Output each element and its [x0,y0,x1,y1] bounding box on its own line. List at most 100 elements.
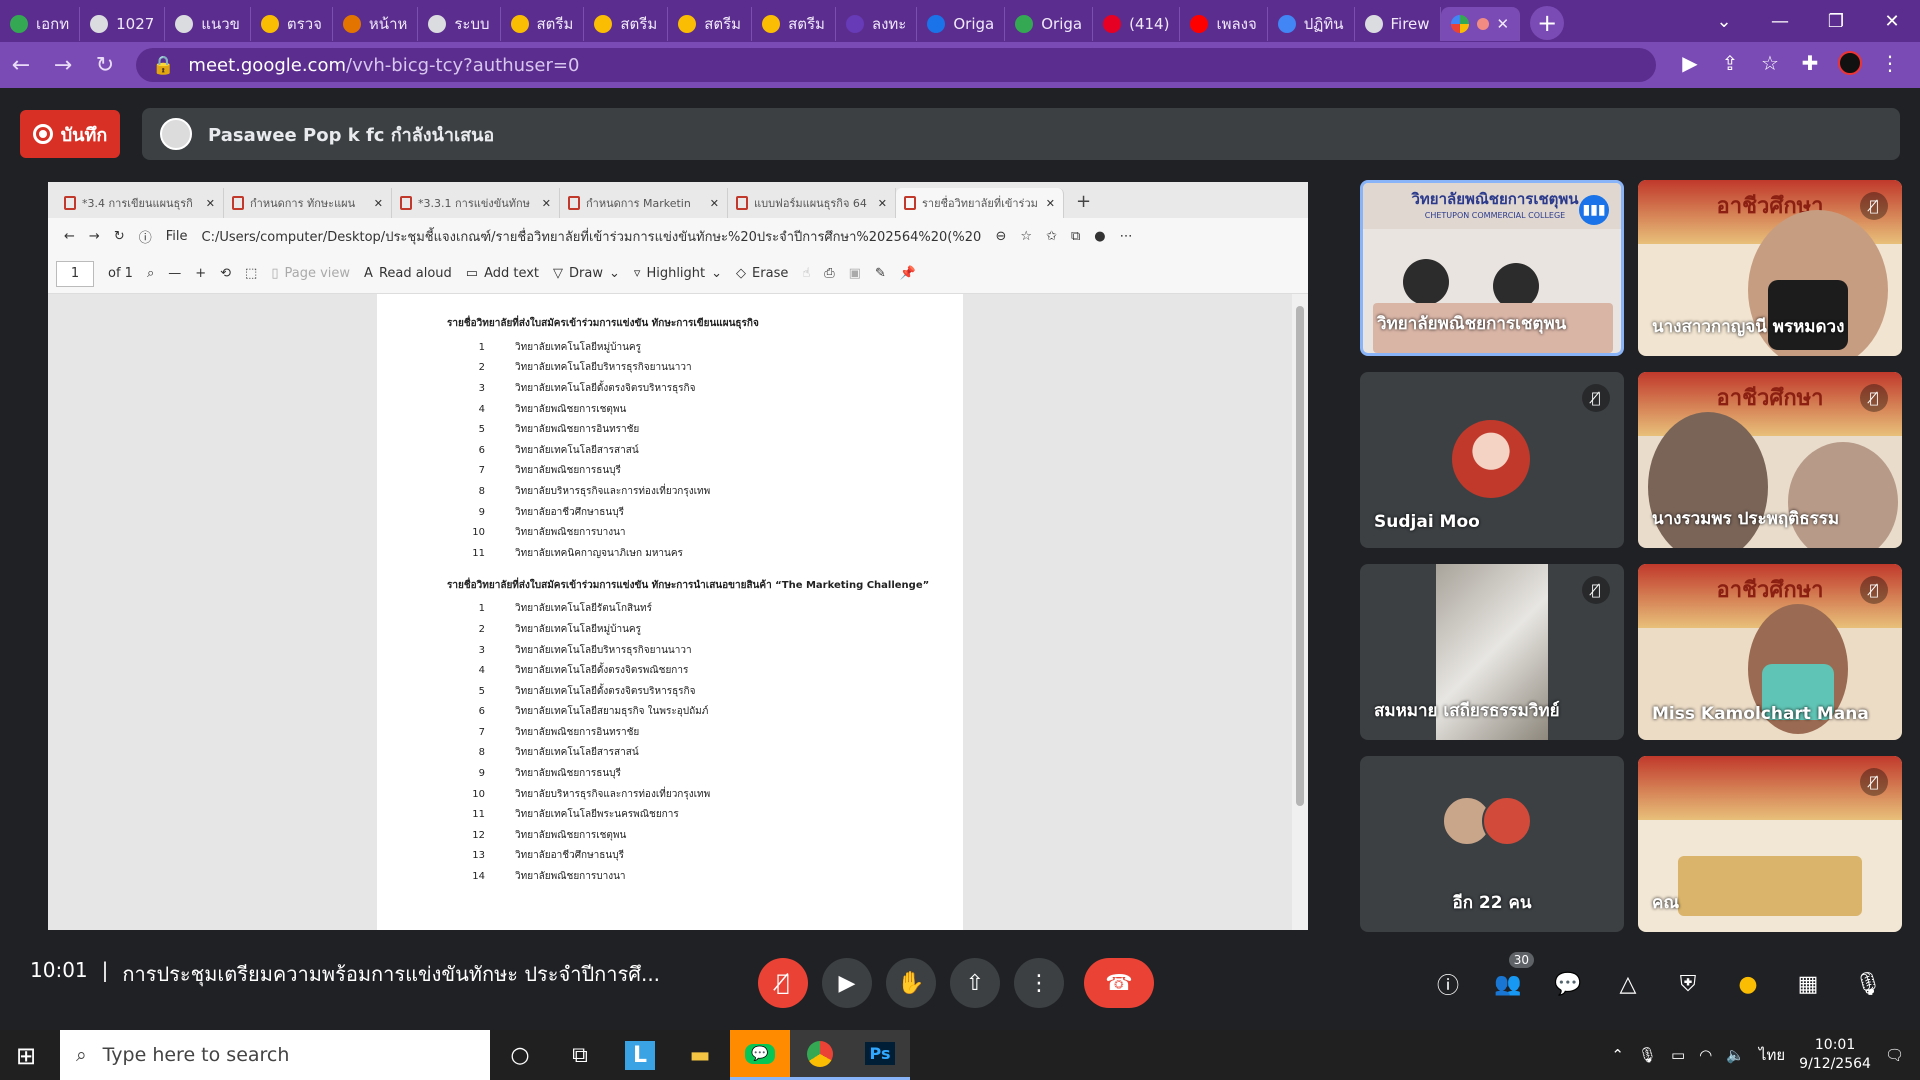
close-tab-icon[interactable]: ✕ [1046,197,1055,210]
add-text-button[interactable]: ▭ Add text [466,266,539,281]
edge-tab[interactable]: แบบฟอร์มแผนธุรกิจ 64 ✕ [728,188,896,218]
notifications-icon[interactable]: 🗨 [1885,1046,1904,1064]
profile-avatar[interactable] [1830,50,1870,80]
close-tab-icon[interactable]: ✕ [710,197,719,210]
people-button[interactable]: 👥 30 [1488,952,1534,1004]
page-view-button[interactable]: ▯ Page view [271,266,350,281]
bookmark-star-icon[interactable]: ☆ [1750,51,1790,80]
mic-toggle-button[interactable]: 🎙̸ [758,958,808,1008]
browser-tab[interactable]: Origa [917,7,1006,41]
line-app-icon[interactable]: 💬 [730,1030,790,1080]
battery-icon[interactable]: ▭ [1671,1046,1685,1064]
chat-button[interactable]: 💬 [1548,964,1588,1004]
browser-tab[interactable]: เอกท [0,7,81,41]
host-controls-button[interactable]: ⛨ [1668,964,1708,1004]
tab-search-icon[interactable]: ⌄ [1696,11,1752,32]
zoom-in-icon[interactable]: + [195,266,206,281]
participant-tile[interactable]: 🎙̸ Sudjai Moo [1360,372,1624,548]
extensions-icon[interactable]: ✚ [1790,51,1830,80]
recording-button[interactable]: บันทึก [20,110,120,158]
show-hidden-icons[interactable]: ⌃ [1611,1046,1624,1064]
meeting-info-button[interactable]: ⓘ [1428,964,1468,1004]
browser-tab[interactable]: Origa [1005,7,1094,41]
participant-tile[interactable]: 🎙̸ คณ [1638,756,1902,932]
erase-button[interactable]: ◇ Erase [736,266,788,281]
chevron-down-icon[interactable]: ⌄ [609,266,620,281]
meeting-details[interactable]: 10:01 | การประชุมเตรียมความพร้อมการแข่งข… [30,958,660,990]
edge-tab[interactable]: *3.3.1 การแข่งขันทักษ ✕ [392,188,560,218]
browser-tab[interactable]: (414) [1093,7,1181,41]
edge-tab[interactable]: กำหนดการ Marketin ✕ [560,188,728,218]
browser-tab[interactable]: หน้าห [333,7,419,41]
task-view-icon[interactable]: ⧉ [550,1030,610,1080]
browser-tab[interactable]: Firew [1355,7,1441,41]
taskbar-search[interactable]: ⌕ Type here to search [60,1030,490,1080]
edge-tab[interactable]: กำหนดการ ทักษะแผน ✕ [224,188,392,218]
chevron-down-icon[interactable]: ⌄ [711,266,722,281]
share-icon[interactable]: ⇪ [1710,51,1750,80]
camera-icon[interactable]: ▶ [1670,51,1710,80]
fit-page-icon[interactable]: ⬚ [245,266,257,281]
edge-new-tab-button[interactable]: + [1064,191,1103,218]
edge-back-icon[interactable]: ← [64,229,75,244]
browser-tab[interactable]: ลงทะ [836,7,918,41]
grid-view-button[interactable]: ▦ [1788,964,1828,1004]
file-path[interactable]: C:/Users/computer/Desktop/ประชุมชี้แจงเก… [202,226,982,247]
pdf-search-icon[interactable]: ⌕ [147,266,154,281]
windows-start-icon[interactable]: ⊞ [16,1042,36,1070]
favorite-icon[interactable]: ☆ [1020,229,1032,244]
edge-tab[interactable]: รายชื่อวิทยาลัยที่เข้าร่วม ✕ [896,188,1064,218]
end-call-button[interactable]: ☎ [1084,958,1154,1008]
browser-tab[interactable]: ตรวจ [251,7,333,41]
edge-reload-icon[interactable]: ↻ [114,229,125,244]
extension-button[interactable]: ● [1728,964,1768,1004]
close-tab-icon[interactable]: ✕ [1497,15,1510,33]
activities-button[interactable]: △ [1608,964,1648,1004]
close-tab-icon[interactable]: ✕ [878,197,887,210]
scroll-thumb[interactable] [1296,306,1304,806]
participant-tile[interactable]: วิทยาลัยพณิชยการเชตุพน CHETUPON COMMERCI… [1360,180,1624,356]
browser-tab[interactable]: สตรีม [752,7,836,41]
address-bar[interactable]: 🔒 meet.google.com/vvh-bicg-tcy?authuser=… [136,48,1656,82]
close-window-button[interactable]: ✕ [1864,11,1920,32]
reload-icon[interactable]: ↻ [84,53,126,78]
participant-tile[interactable]: อาชีวศึกษา 🎙̸ นางรวมพร ประพฤติธรรม [1638,372,1902,548]
wifi-icon[interactable]: ◠ [1699,1046,1712,1064]
rotate-icon[interactable]: ⟲ [220,266,231,281]
edge-profile-icon[interactable]: ● [1094,229,1105,244]
file-explorer-icon[interactable]: ▬ [670,1030,730,1080]
microphone-icon[interactable]: 🎙 [1638,1046,1657,1064]
back-icon[interactable]: ← [0,53,42,78]
new-tab-button[interactable]: + [1530,6,1565,40]
browser-tab[interactable]: ปฏิทิน [1268,7,1355,41]
participant-tile[interactable]: อาชีวศึกษา 🎙̸ นางสาวกาญจนี พรหมดวง [1638,180,1902,356]
browser-tab[interactable]: ระบบ [418,7,501,41]
photoshop-icon[interactable]: Ps [850,1030,910,1080]
raise-hand-button[interactable]: ✋ [886,958,936,1008]
browser-tab[interactable]: เพลงจ [1180,7,1268,41]
browser-tab-meet-active[interactable]: ✕ [1440,7,1521,41]
camera-toggle-button[interactable]: ▶ [822,958,872,1008]
draw-button[interactable]: ▽ Draw ⌄ [553,266,620,281]
browser-tab[interactable]: สตรีม [584,7,669,41]
save-icon[interactable]: ▣ [849,266,861,281]
close-tab-icon[interactable]: ✕ [374,197,383,210]
minimize-button[interactable]: — [1752,11,1808,32]
collections-icon[interactable]: ⧉ [1071,229,1080,244]
browser-menu-icon[interactable]: ⋮ [1870,51,1910,80]
forward-icon[interactable]: → [42,53,84,78]
browser-tab[interactable]: แนวข [165,7,251,41]
browser-tab[interactable]: สตรีม [668,7,753,41]
chrome-icon[interactable] [790,1030,850,1080]
print-icon[interactable]: ⎙ [824,266,834,281]
more-participants-tile[interactable]: อีก 22 คน [1360,756,1624,932]
zoom-out-icon[interactable]: — [168,266,181,281]
more-options-button[interactable]: ⋮ [1014,958,1064,1008]
restore-button[interactable]: ❐ [1808,11,1864,32]
browser-tab[interactable]: สตรีม [501,7,585,41]
touch-icon[interactable]: ☝ [802,266,810,281]
cortana-icon[interactable]: ○ [490,1030,550,1080]
participant-tile[interactable]: 🎙̸ สมหมาย เสถียรธรรมวิทย์ [1360,564,1624,740]
close-tab-icon[interactable]: ✕ [206,197,215,210]
participant-tile[interactable]: อาชีวศึกษา 🎙̸ Miss Kamolchart Mana [1638,564,1902,740]
